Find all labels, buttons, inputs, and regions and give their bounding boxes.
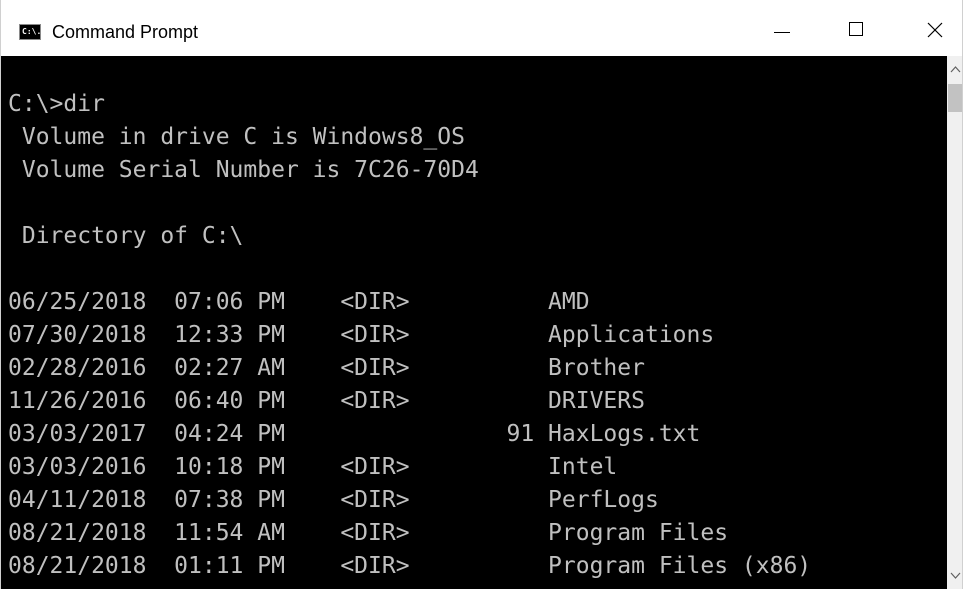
console-line: 03/03/2017 04:24 PM 91 HaxLogs.txt (8, 421, 701, 447)
console-line: 08/21/2018 11:54 AM <DIR> Program Files (8, 520, 729, 546)
minimize-icon (774, 32, 790, 33)
chevron-down-icon (950, 572, 961, 579)
maximize-button[interactable] (820, 0, 896, 56)
close-icon (927, 22, 943, 38)
console-line: 06/25/2018 07:06 PM <DIR> AMD (8, 289, 590, 315)
console-output[interactable]: C:\>dir Volume in drive C is Windows8_OS… (1, 56, 947, 589)
console-line: 04/11/2018 07:38 PM <DIR> PerfLogs (8, 487, 659, 513)
maximize-icon (849, 22, 863, 36)
window-title: Command Prompt (52, 22, 199, 42)
console-line: C:\>dir (8, 91, 105, 117)
chevron-up-icon (950, 66, 961, 73)
console-line: 11/26/2016 06:40 PM <DIR> DRIVERS (8, 388, 645, 414)
minimize-button[interactable] (744, 0, 820, 56)
console-line: 02/28/2016 02:27 AM <DIR> Brother (8, 355, 645, 381)
vertical-scrollbar[interactable] (947, 56, 962, 589)
title-bar[interactable]: C:\. Command Prompt (1, 0, 962, 56)
console-line: Volume Serial Number is 7C26-70D4 (8, 157, 479, 183)
command-prompt-icon[interactable]: C:\. (19, 24, 41, 40)
console-line: Directory of C:\ (8, 223, 244, 249)
command-prompt-window: C:\. Command Prompt C:\>dir Volume in dr… (0, 0, 963, 589)
scroll-up-button[interactable] (947, 56, 962, 82)
scroll-down-button[interactable] (947, 563, 962, 589)
console-line: 03/03/2016 10:18 PM <DIR> Intel (8, 454, 618, 480)
close-button[interactable] (896, 0, 962, 56)
console-line: 07/30/2018 12:33 PM <DIR> Applications (8, 322, 715, 348)
console-line: Volume in drive C is Windows8_OS (8, 124, 465, 150)
console-line: 08/21/2018 01:11 PM <DIR> Program Files … (8, 553, 812, 579)
scroll-thumb[interactable] (948, 84, 962, 112)
